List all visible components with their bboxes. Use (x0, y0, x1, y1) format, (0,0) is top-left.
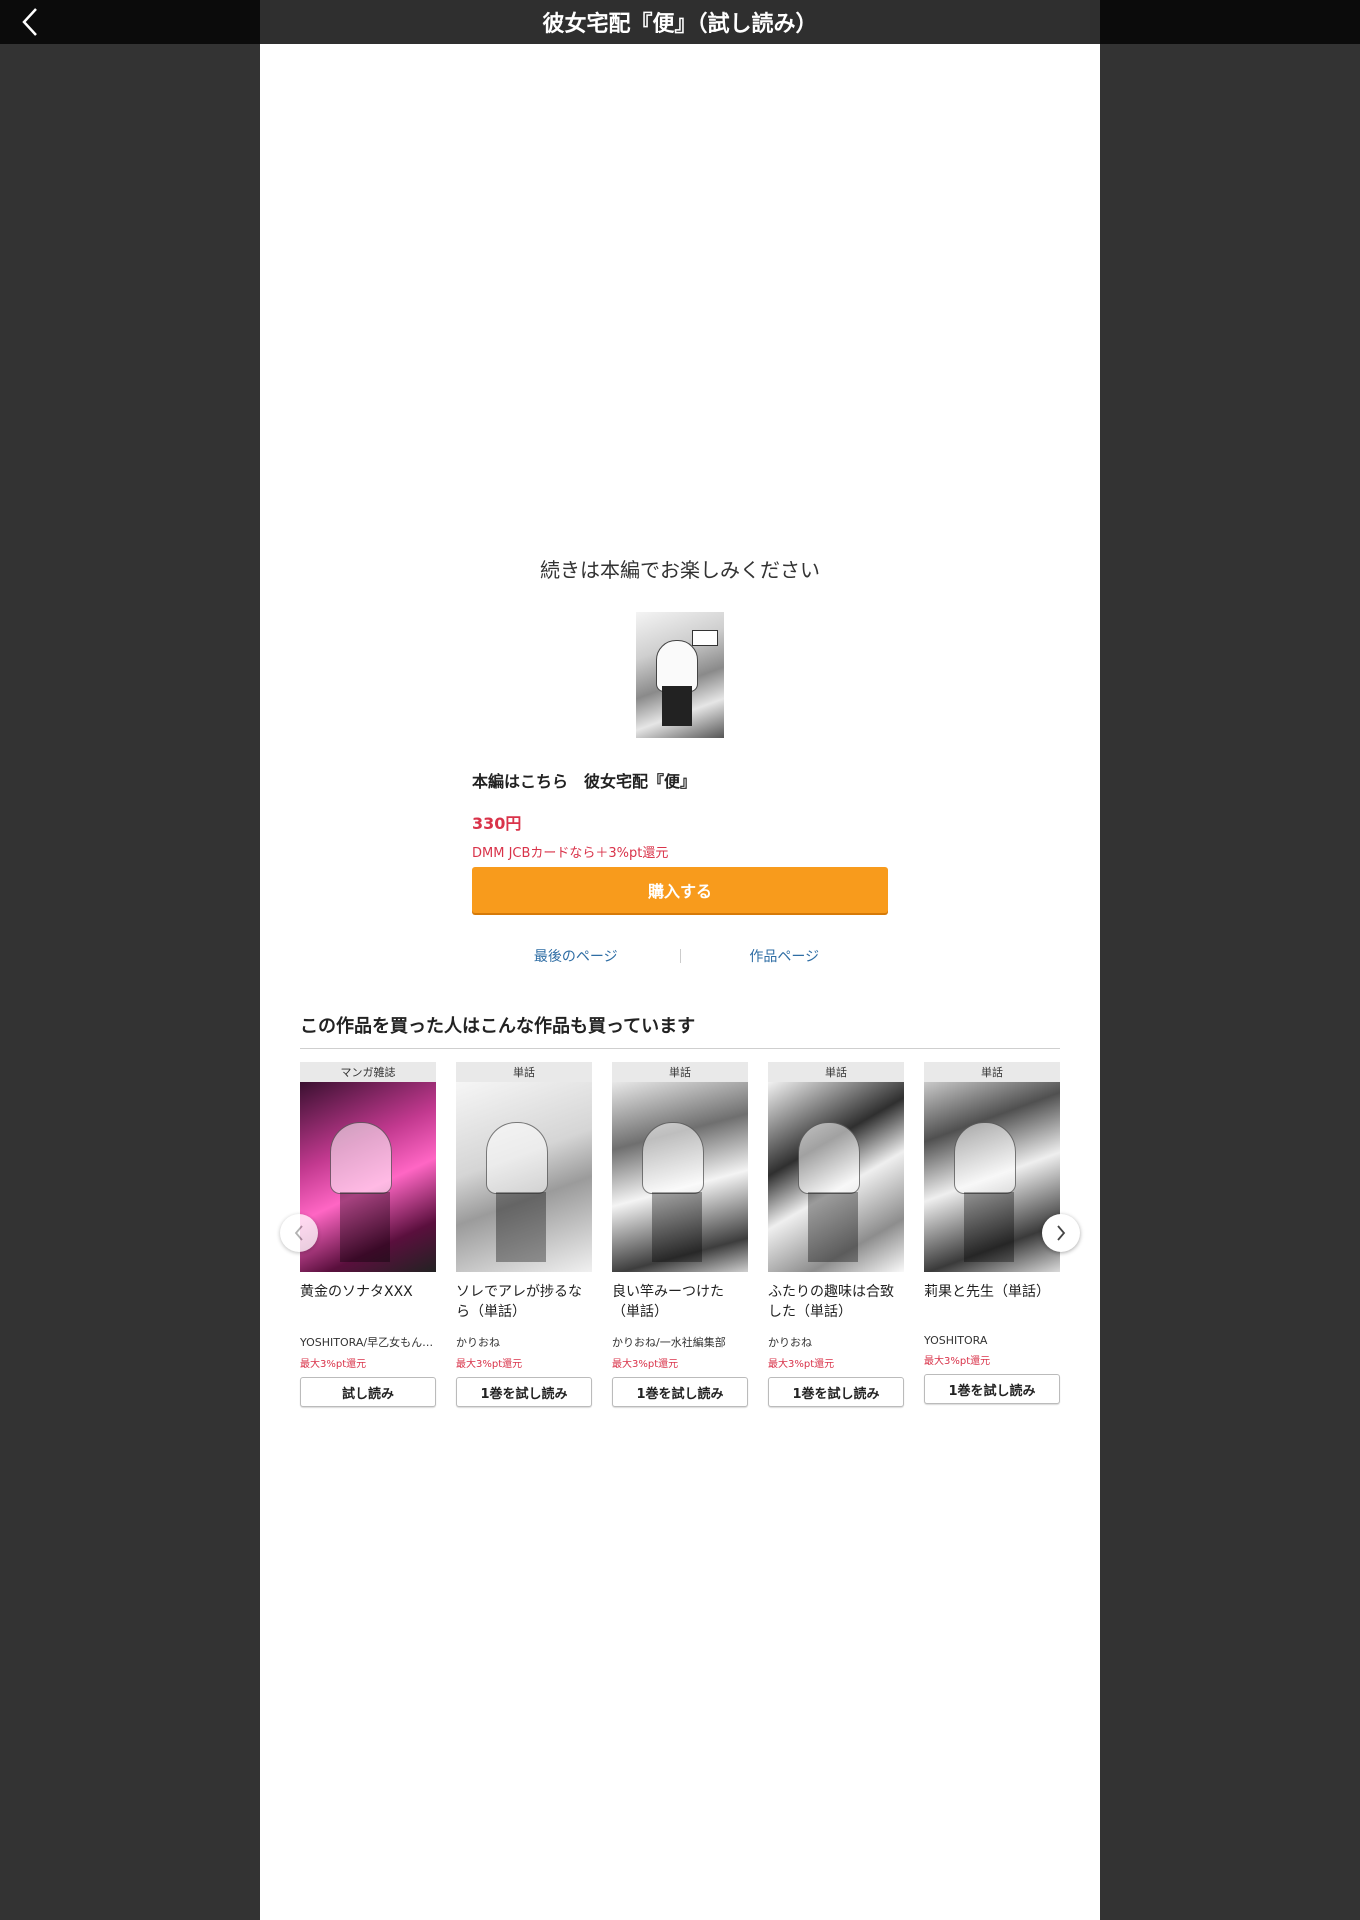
card-author: かりおね (456, 1336, 500, 1349)
recommend-card[interactable]: 単話 ソレでアレが捗るなら（単話） かりおね 最大3%pt還元 1巻を試し読み (456, 1062, 592, 1407)
card-title[interactable]: 莉果と先生（単話） (924, 1282, 1060, 1324)
recommend-card[interactable]: 単話 ふたりの趣味は合致した（単話） かりおね 最大3%pt還元 1巻を試し読み (768, 1062, 904, 1407)
card-point: 最大3%pt還元 (924, 1356, 991, 1367)
recommend-carousel: マンガ雑誌 黄金のソナタXXX YOSHITORA/早乙女もん… 最大3%pt還… (300, 1062, 1060, 1452)
chevron-left-icon (22, 8, 37, 36)
card-cover-image[interactable] (456, 1082, 592, 1272)
reader-end-page: 続きは本編でお楽しみください 本編はこちら 彼女宅配『便』 330円 DMM J… (260, 44, 1100, 1920)
recommend-card[interactable]: 単話 良い竿みーつけた（単話） かりおね/一水社編集部 最大3%pt還元 1巻を… (612, 1062, 748, 1407)
card-author: かりおね (768, 1336, 812, 1349)
card-cover-image[interactable] (924, 1082, 1060, 1272)
category-badge: 単話 (924, 1062, 1060, 1082)
card-point: 最大3%pt還元 (300, 1359, 367, 1370)
trial-read-button[interactable]: 1巻を試し読み (612, 1377, 748, 1407)
chevron-left-icon (294, 1225, 303, 1241)
back-button[interactable] (14, 6, 46, 38)
card-title[interactable]: ソレでアレが捗るなら（単話） (456, 1282, 592, 1324)
product-title: 本編はこちら 彼女宅配『便』 (472, 772, 697, 791)
card-title[interactable]: 良い竿みーつけた（単話） (612, 1282, 748, 1324)
card-point: 最大3%pt還元 (456, 1359, 523, 1370)
trial-read-button[interactable]: 試し読み (300, 1377, 436, 1407)
trial-read-button[interactable]: 1巻を試し読み (768, 1377, 904, 1407)
trial-read-button[interactable]: 1巻を試し読み (456, 1377, 592, 1407)
purchase-button[interactable]: 購入する (472, 867, 888, 913)
continue-message: 続きは本編でお楽しみください (540, 558, 820, 582)
category-badge: 単話 (768, 1062, 904, 1082)
card-point: 最大3%pt還元 (768, 1359, 835, 1370)
card-cover-image[interactable] (300, 1082, 436, 1272)
card-author: YOSHITORA (924, 1334, 988, 1347)
card-title[interactable]: 黄金のソナタXXX (300, 1282, 436, 1324)
card-author: YOSHITORA/早乙女もん… (300, 1336, 434, 1349)
card-point: 最大3%pt還元 (612, 1359, 679, 1370)
page-links: 最後のページ 作品ページ (472, 944, 888, 968)
point-campaign: DMM JCBカードなら＋3%pt還元 (472, 846, 669, 861)
carousel-prev-button[interactable] (280, 1214, 318, 1252)
recommend-card[interactable]: マンガ雑誌 黄金のソナタXXX YOSHITORA/早乙女もん… 最大3%pt還… (300, 1062, 436, 1407)
product-price: 330円 (472, 814, 522, 833)
card-cover-image[interactable] (768, 1082, 904, 1272)
recommend-card[interactable]: 単話 莉果と先生（単話） YOSHITORA 最大3%pt還元 1巻を試し読み (924, 1062, 1060, 1404)
card-author: かりおね/一水社編集部 (612, 1336, 726, 1349)
product-cover-image[interactable] (636, 612, 724, 738)
card-cover-image[interactable] (612, 1082, 748, 1272)
product-info: 本編はこちら 彼女宅配『便』 330円 DMM JCBカードなら＋3%pt還元 (472, 768, 888, 861)
card-title[interactable]: ふたりの趣味は合致した（単話） (768, 1282, 904, 1324)
page-title: 彼女宅配『便』（試し読み） (260, 0, 1100, 44)
carousel-next-button[interactable] (1042, 1214, 1080, 1252)
trial-read-button[interactable]: 1巻を試し読み (924, 1374, 1060, 1404)
recommend-section-title: この作品を買った人はこんな作品も買っています (300, 1012, 1060, 1049)
category-badge: 単話 (456, 1062, 592, 1082)
category-badge: マンガ雑誌 (300, 1062, 436, 1082)
product-page-link[interactable]: 作品ページ (681, 946, 889, 966)
last-page-link[interactable]: 最後のページ (472, 946, 680, 966)
chevron-right-icon (1057, 1225, 1066, 1241)
category-badge: 単話 (612, 1062, 748, 1082)
